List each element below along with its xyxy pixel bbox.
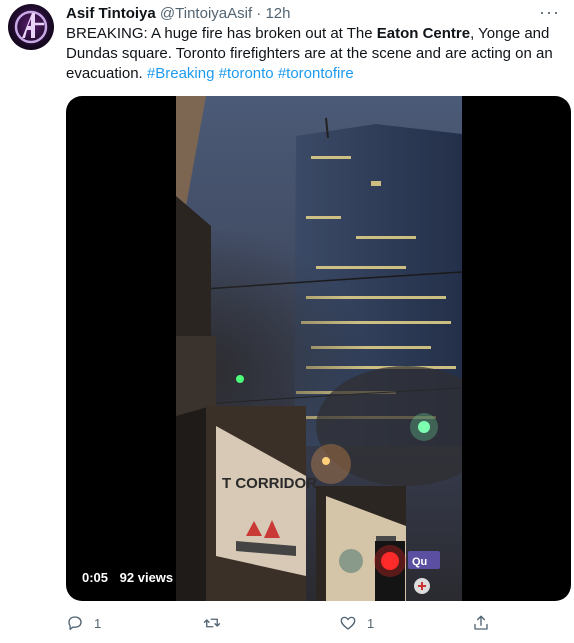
author-name[interactable]: Asif Tintoiya [66,5,156,22]
separator-dot: · [256,5,262,22]
author-avatar[interactable] [8,4,54,50]
share-button[interactable] [472,612,490,634]
hashtag-torontofire[interactable]: #torontofire [278,65,354,82]
more-options-icon[interactable]: ··· [539,2,560,23]
like-button[interactable]: 1 [339,612,374,634]
tweet-text-bold: Eaton Centre [376,25,471,42]
video-thumbnail: T CORRIDOR Qu [176,96,462,601]
heart-icon [340,616,356,630]
video-frame: T CORRIDOR Qu [176,96,462,601]
video-info-overlay: 0:05 92 views [82,570,181,585]
reply-icon [68,616,82,631]
hashtag-toronto[interactable]: #toronto [219,65,274,82]
hashtag-breaking[interactable]: #Breaking [147,65,215,82]
share-icon [474,615,488,630]
retweet-icon [203,618,221,628]
sign-text-corridor: T CORRIDOR [222,475,317,492]
like-count: 1 [367,615,375,631]
tweet-timestamp[interactable]: 12h [265,5,290,22]
tweet-text: BREAKING: A huge fire has broken out at … [66,24,566,84]
video-views: 92 views [119,570,174,585]
author-handle[interactable]: @TintoiyaAsif [160,5,252,22]
video-duration: 0:05 [82,570,109,585]
reply-count: 1 [94,615,102,631]
avengers-logo-icon [14,10,48,44]
video-player[interactable]: T CORRIDOR Qu 0:05 92 views [66,96,571,601]
reply-button[interactable]: 1 [66,612,101,634]
tweet-actions: 1 1 [66,612,506,634]
tweet-header: Asif Tintoiya @TintoiyaAsif · 12h [66,4,544,24]
retweet-button[interactable] [203,612,231,634]
street-sign-text: Qu [412,556,427,568]
tweet-text-part: BREAKING: A huge fire has broken out at … [66,25,377,42]
